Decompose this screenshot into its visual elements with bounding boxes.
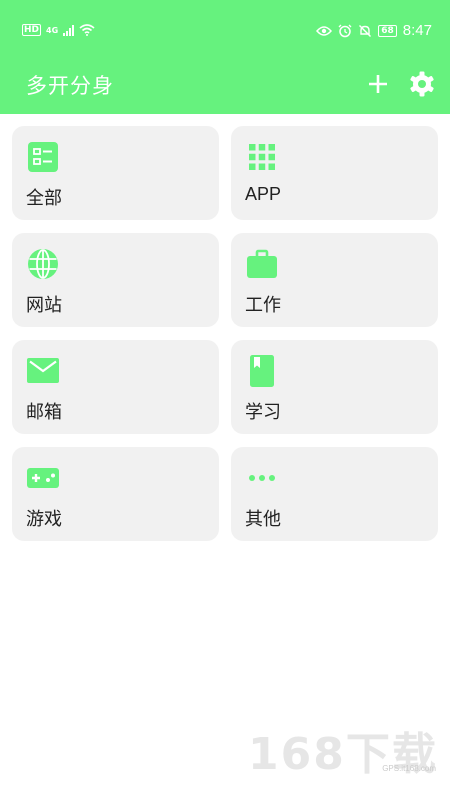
category-card-mail[interactable]: 邮箱 xyxy=(12,340,219,434)
page-title: 多开分身 xyxy=(26,74,114,98)
alarm-icon xyxy=(338,24,352,37)
category-label: 全部 xyxy=(26,188,62,208)
list-icon xyxy=(28,142,58,172)
category-card-study[interactable]: 学习 xyxy=(231,340,438,434)
hd-badge: HD xyxy=(22,24,42,36)
battery-icon: 68 xyxy=(378,24,397,37)
mail-icon xyxy=(27,358,59,383)
category-card-work[interactable]: 工作 xyxy=(231,233,438,327)
category-card-games[interactable]: 游戏 xyxy=(12,447,219,541)
clock: 8:47 xyxy=(402,22,432,39)
category-card-web[interactable]: 网站 xyxy=(12,233,219,327)
category-label: 游戏 xyxy=(26,509,62,529)
signal-icon xyxy=(63,24,75,36)
status-bar: HD 4G 68 8:47 xyxy=(0,0,450,58)
app-bar: 多开分身 xyxy=(0,58,450,114)
globe-icon xyxy=(28,249,58,279)
briefcase-icon xyxy=(247,249,277,278)
category-card-other[interactable]: 其他 xyxy=(231,447,438,541)
network-label: 4G xyxy=(46,25,59,35)
wifi-icon xyxy=(79,24,95,36)
eye-icon xyxy=(316,25,333,36)
category-label: 其他 xyxy=(245,509,281,529)
gamepad-icon xyxy=(27,468,59,488)
gear-icon xyxy=(410,71,434,97)
mute-icon xyxy=(359,24,372,37)
watermark: 168下载 GPS.it168.com xyxy=(248,718,440,780)
category-label: APP xyxy=(245,184,282,204)
category-label: 工作 xyxy=(245,295,281,315)
settings-button[interactable] xyxy=(408,70,436,98)
add-button[interactable] xyxy=(364,70,392,98)
category-label: 学习 xyxy=(245,402,281,422)
watermark-url: GPS.it168.com xyxy=(382,764,436,773)
status-right: 68 8:47 xyxy=(316,22,432,39)
plus-icon xyxy=(369,75,387,93)
more-icon xyxy=(249,475,275,481)
apps-grid-icon xyxy=(249,144,275,170)
category-card-all[interactable]: 全部 xyxy=(12,126,219,220)
category-label: 网站 xyxy=(26,295,62,315)
status-left: HD 4G xyxy=(22,24,95,36)
category-label: 邮箱 xyxy=(26,402,62,422)
category-card-app[interactable]: APP xyxy=(231,126,438,220)
book-icon xyxy=(250,355,274,387)
